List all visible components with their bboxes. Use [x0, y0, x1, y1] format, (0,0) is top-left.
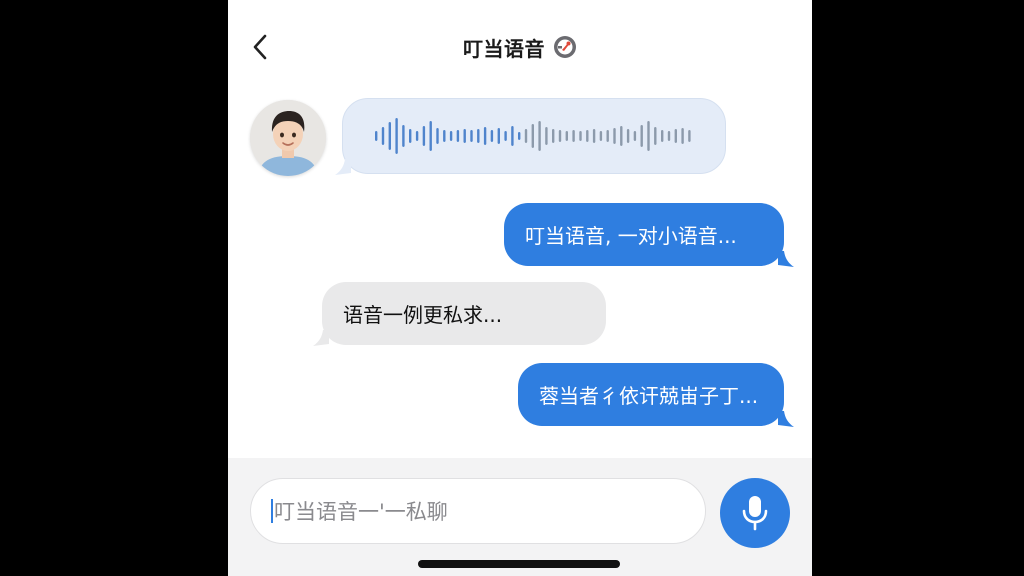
- waveform-bar: [558, 130, 562, 142]
- waveform-bar: [422, 126, 426, 146]
- waveform-bar: [531, 124, 534, 148]
- waveform-bar: [606, 130, 609, 142]
- waveform-bar: [490, 130, 494, 142]
- waveform-bar: [552, 129, 555, 143]
- waveform-bar: [429, 121, 432, 151]
- waveform-bar: [579, 131, 582, 141]
- microphone-icon: [742, 496, 768, 531]
- waveform-bar: [518, 132, 521, 140]
- waveform-bar: [661, 130, 664, 142]
- message-text: 蓉当者彳依讦兢峀子丁...: [539, 384, 759, 408]
- outgoing-message-bubble[interactable]: 蓉当者彳依讦兢峀子丁...: [518, 363, 794, 427]
- waveform-bar: [572, 130, 575, 142]
- waveform-bar: [640, 125, 643, 147]
- outgoing-message-bubble[interactable]: 叮当语音, 一对小语音...: [504, 203, 794, 267]
- waveform-bar: [402, 125, 405, 147]
- microphone-button[interactable]: [720, 478, 790, 548]
- waveform-bar: [497, 128, 500, 144]
- voice-message-bubble[interactable]: [335, 98, 726, 175]
- home-indicator: [418, 560, 620, 568]
- rocket-badge-icon: [553, 35, 577, 59]
- text-caret: [271, 499, 273, 523]
- waveform-bar: [470, 130, 473, 142]
- chat-title-group: 叮当语音: [228, 32, 812, 62]
- contact-avatar[interactable]: [250, 100, 326, 176]
- waveform-bar: [599, 131, 603, 141]
- waveform-bar: [395, 118, 398, 154]
- waveform-bar: [565, 131, 568, 141]
- waveform-bar: [409, 129, 412, 143]
- waveform-bar: [633, 131, 637, 141]
- message-input-placeholder: 叮当语音一'一私聊: [274, 500, 448, 524]
- waveform-bar: [667, 131, 671, 141]
- message-text: 语音一例更私求...: [343, 303, 503, 327]
- waveform-bar: [524, 129, 528, 143]
- waveform-bar: [436, 128, 439, 144]
- composer-bar: 叮当语音一'一私聊: [228, 458, 812, 576]
- waveform-bar: [477, 129, 480, 143]
- waveform-bar: [647, 121, 650, 151]
- waveform-bar: [443, 130, 446, 142]
- waveform-bar: [586, 130, 589, 142]
- waveform-bar: [388, 122, 391, 150]
- waveform-bar: [483, 127, 487, 145]
- chat-screen: 叮当语音 叮当语音, 一对小语音... 语音一例更私求... 蓉当者彳依讦兢峀子…: [228, 0, 812, 576]
- waveform-bar: [613, 128, 616, 144]
- waveform-bar: [592, 129, 596, 143]
- waveform-bar: [654, 127, 657, 145]
- waveform-bar: [449, 131, 453, 141]
- waveform-bar: [626, 129, 630, 143]
- waveform-bar: [463, 129, 466, 143]
- voice-waveform-icon: [375, 118, 691, 154]
- chat-title: 叮当语音: [463, 36, 545, 61]
- waveform-bar: [511, 126, 514, 146]
- incoming-message-bubble[interactable]: 语音一例更私求...: [313, 282, 606, 346]
- waveform-bar: [681, 128, 684, 144]
- waveform-bar: [620, 126, 623, 146]
- waveform-bar: [674, 129, 677, 143]
- waveform-bar: [375, 131, 378, 141]
- message-text: 叮当语音, 一对小语音...: [525, 224, 737, 248]
- message-input[interactable]: 叮当语音一'一私聊: [250, 478, 706, 544]
- waveform-bar: [381, 127, 385, 145]
- waveform-bar: [545, 127, 548, 145]
- waveform-bar: [688, 130, 691, 142]
- waveform-bar: [415, 131, 419, 141]
- waveform-bar: [504, 131, 507, 141]
- waveform-bar: [538, 121, 541, 151]
- chat-header: 叮当语音: [228, 0, 812, 92]
- waveform-bar: [456, 130, 460, 142]
